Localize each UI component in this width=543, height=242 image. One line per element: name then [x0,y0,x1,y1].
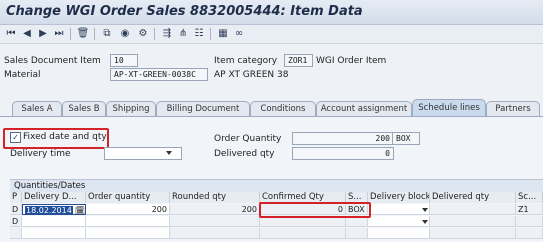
previous-page-icon[interactable]: ◀ [20,27,34,41]
calendar-icon[interactable]: 🗓 [75,206,85,214]
tab-partners[interactable]: Partners [486,101,540,116]
column-header-delivered-qty[interactable]: Delivered qty [430,192,516,203]
tab-sales-b[interactable]: Sales B [62,101,106,116]
column-header-delivery-block[interactable]: Delivery block [368,192,430,203]
table-title: Quantities/Dates [14,181,86,191]
row2-sc [516,216,543,227]
row1-p: D [10,204,22,215]
application-toolbar: ⏮ ◀ ▶ ⏭ 🗑 ⧉ ◉ ⚙ ⇶ ⋔ ☷ ▦ ∞ [0,25,543,44]
row3-delivery-date[interactable] [22,228,86,239]
row3-delivery-block[interactable] [368,228,430,239]
tab-billing-document[interactable]: Billing Document [156,101,250,116]
configure-icon[interactable]: ⚙ [136,27,150,41]
table-title-bar: Quantities/Dates [10,179,543,193]
row3-p [10,228,22,239]
tab-sales-a[interactable]: Sales A [12,101,62,116]
row3-rounded-qty [170,228,260,239]
title-bar: Change WGI Order Sales 8832005444: Item … [0,0,543,25]
toolbar-separator [94,28,95,40]
row2-delivery-block[interactable] [368,216,430,227]
row3-sc [516,228,543,239]
next-page-icon[interactable]: ▶ [36,27,50,41]
row2-delivery-date[interactable] [22,216,86,227]
row1-order-quantity[interactable]: 200 [86,204,170,215]
overview-grid-icon[interactable]: ▦ [216,27,230,41]
chevron-down-icon[interactable] [422,220,428,224]
row2-p: D [10,216,22,227]
column-header-order-quantity[interactable]: Order quantity [86,192,170,203]
display-icon[interactable]: ◉ [118,27,132,41]
row1-delivery-date-value: 18.02.2014 [25,206,73,215]
toolbar-separator [154,28,155,40]
window-title: Change WGI Order Sales 8832005444: Item … [6,4,363,19]
tab-account-assignment[interactable]: Account assignment [316,101,412,116]
copy-icon[interactable]: ⧉ [100,27,114,41]
order-quantity-unit[interactable]: BOX [392,132,420,145]
column-header-delivery-date[interactable]: Delivery D... [22,192,86,203]
row1-delivered-qty [430,204,516,215]
tab-conditions[interactable]: Conditions [250,101,316,116]
last-page-icon[interactable]: ⏭ [52,27,66,41]
item-category-description: WGI Order Item [316,56,387,66]
item-category-label: Item category [214,56,278,66]
fixed-date-checkbox[interactable]: ✓ [10,132,21,143]
row3-order-quantity[interactable] [86,228,170,239]
tab-strip: Sales A Sales B Shipping Billing Documen… [0,99,543,116]
delivery-time-label: Delivery time [10,149,71,159]
toolbar-separator [70,28,71,40]
tab-shipping[interactable]: Shipping [106,101,156,116]
toolbar-separator [210,28,211,40]
material-label: Material [4,70,41,80]
row1-delivery-date[interactable]: 18.02.2014 🗓 [22,204,86,215]
fixed-date-label: Fixed date and qty [23,132,107,142]
order-quantity-label: Order Quantity [214,134,282,144]
material-description: AP XT GREEN 38 [214,70,289,80]
overview-icon[interactable]: ☷ [192,27,206,41]
column-header-rounded-qty[interactable]: Rounded qty [170,192,260,203]
column-header-sc[interactable]: Sc... [516,192,543,203]
tab-schedule-lines[interactable]: Schedule lines [412,99,486,116]
material-field[interactable]: AP-XT-GREEN-0038C [110,68,208,81]
highlight-box [259,202,371,218]
sd-item-label: Sales Document Item [4,56,101,66]
row1-sc: Z1 [516,204,543,215]
row2-delivered-qty [430,216,516,227]
row3-unit [346,228,368,239]
row2-order-quantity[interactable] [86,216,170,227]
chevron-down-icon[interactable] [422,208,428,212]
subitems-icon[interactable]: ⇶ [160,27,174,41]
chevron-down-icon[interactable] [166,151,172,155]
row1-rounded-qty: 200 [170,204,260,215]
row3-confirmed-qty [260,228,346,239]
delivered-qty-field[interactable]: 0 [292,147,394,160]
column-header-p[interactable]: P [10,192,22,203]
delivered-qty-label: Delivered qty [214,149,275,159]
row2-rounded-qty [170,216,260,227]
item-category-field[interactable]: ZOR1 [284,54,313,67]
document-flow-icon[interactable]: ⋔ [176,27,190,41]
row1-delivery-block[interactable] [368,204,430,215]
first-page-icon[interactable]: ⏮ [4,27,18,41]
glasses-icon[interactable]: ∞ [232,27,246,41]
delete-icon[interactable]: 🗑 [76,27,90,41]
row3-delivered-qty [430,228,516,239]
sd-item-field[interactable]: 10 [110,54,138,67]
order-quantity-field[interactable]: 200 [292,132,394,145]
